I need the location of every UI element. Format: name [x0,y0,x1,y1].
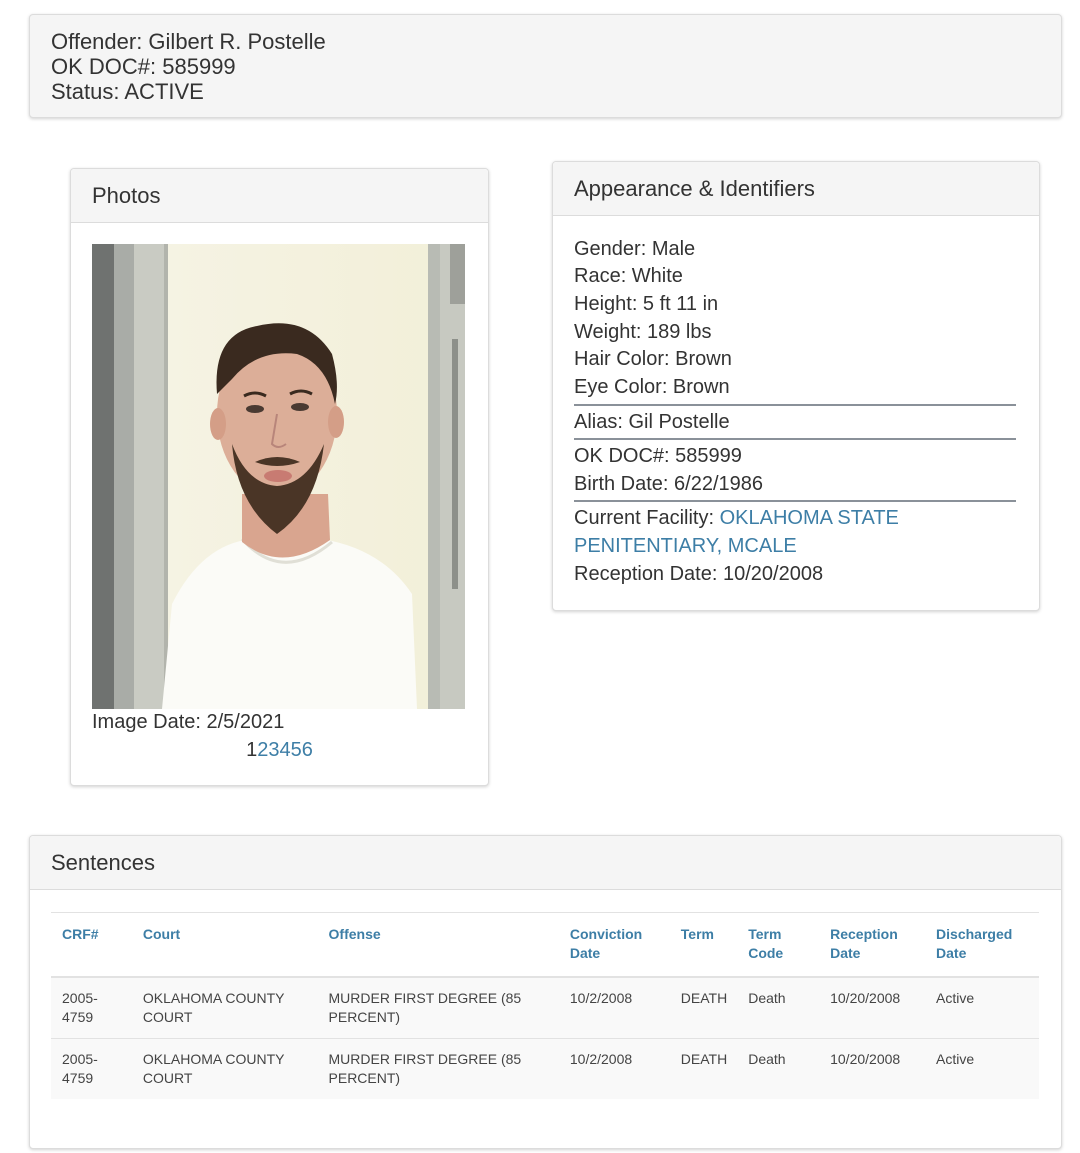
table-row: 2005-4759 OKLAHOMA COUNTY COURT MURDER F… [51,976,1039,1039]
cell-conviction-date: 10/2/2008 [558,1038,670,1099]
offender-status: Status: ACTIVE [51,79,204,104]
appearance-heading: Appearance & Identifiers [553,162,1039,216]
photo-pager: 123456 [71,739,488,762]
cell-discharged-date: Active [925,976,1039,1039]
doc-number-field: OK DOC#: 585999 [574,445,742,467]
column-header-offense[interactable]: Offense [317,912,559,978]
photo-page-1[interactable]: 1 [246,739,257,761]
cell-term: DEATH [669,1038,738,1099]
divider [574,500,1016,502]
current-facility-field: Current Facility: OKLAHOMA STATE [574,505,899,532]
photo-page-5[interactable]: 5 [291,739,302,761]
cell-term-code: Death [737,1038,820,1099]
sentences-heading: Sentences [30,836,1061,890]
divider [574,438,1016,440]
facility-link[interactable]: OKLAHOMA STATE [720,507,899,529]
alias-field: Alias: Gil Postelle [574,411,730,433]
sentences-table: CRF# Court Offense Conviction Date Term … [51,912,1039,1099]
cell-term-code: Death [737,976,820,1039]
cell-crf: 2005-4759 [51,976,132,1039]
table-header-row: CRF# Court Offense Conviction Date Term … [51,912,1039,978]
photo-page-2[interactable]: 2 [257,739,268,761]
photo-page-4[interactable]: 4 [280,739,291,761]
column-header-conviction-date[interactable]: Conviction Date [558,912,670,978]
offender-name: Offender: Gilbert R. Postelle [51,29,326,54]
cell-conviction-date: 10/2/2008 [558,976,670,1039]
photo-page-6[interactable]: 6 [302,739,313,761]
race-field: Race: White [574,265,683,287]
mugshot-image [92,244,465,709]
appearance-panel: Appearance & Identifiers Gender: Male Ra… [552,161,1040,611]
weight-field: Weight: 189 lbs [574,321,712,343]
facility-link-continued[interactable]: PENITENTIARY, MCALE [574,533,797,560]
cell-reception-date: 10/20/2008 [819,1038,926,1099]
photos-panel: Photos Image Date: 2/5/2021 123456 [70,168,489,786]
cell-court: OKLAHOMA COUNTY COURT [131,1038,318,1099]
cell-discharged-date: Active [925,1038,1039,1099]
cell-crf: 2005-4759 [51,1038,132,1099]
birth-date-field: Birth Date: 6/22/1986 [574,473,764,495]
photo-page-3[interactable]: 3 [268,739,279,761]
cell-reception-date: 10/20/2008 [819,976,926,1039]
column-header-court[interactable]: Court [131,912,318,978]
reception-date-field: Reception Date: 10/20/2008 [574,563,824,585]
column-header-reception-date[interactable]: Reception Date [819,912,926,978]
cell-term: DEATH [669,976,738,1039]
gender-field: Gender: Male [574,238,696,260]
column-header-term[interactable]: Term [669,912,738,978]
image-date: Image Date: 2/5/2021 [92,711,285,733]
table-row: 2005-4759 OKLAHOMA COUNTY COURT MURDER F… [51,1038,1039,1099]
offender-summary-panel: Offender: Gilbert R. Postelle OK DOC#: 5… [29,14,1062,118]
height-field: Height: 5 ft 11 in [574,293,719,315]
offender-doc-number: OK DOC#: 585999 [51,54,236,79]
current-facility-label: Current Facility: [574,507,720,529]
photos-heading: Photos [71,169,488,223]
divider [574,404,1016,406]
cell-offense: MURDER FIRST DEGREE (85 PERCENT) [317,976,559,1039]
cell-court: OKLAHOMA COUNTY COURT [131,976,318,1039]
cell-offense: MURDER FIRST DEGREE (85 PERCENT) [317,1038,559,1099]
column-header-term-code[interactable]: Term Code [737,912,820,978]
column-header-crf[interactable]: CRF# [51,912,132,978]
eye-color-field: Eye Color: Brown [574,376,730,398]
hair-color-field: Hair Color: Brown [574,348,732,370]
column-header-discharged-date[interactable]: Discharged Date [925,912,1039,978]
offender-photo [92,244,465,709]
sentences-panel: Sentences CRF# Court Offense Conviction … [29,835,1062,1149]
